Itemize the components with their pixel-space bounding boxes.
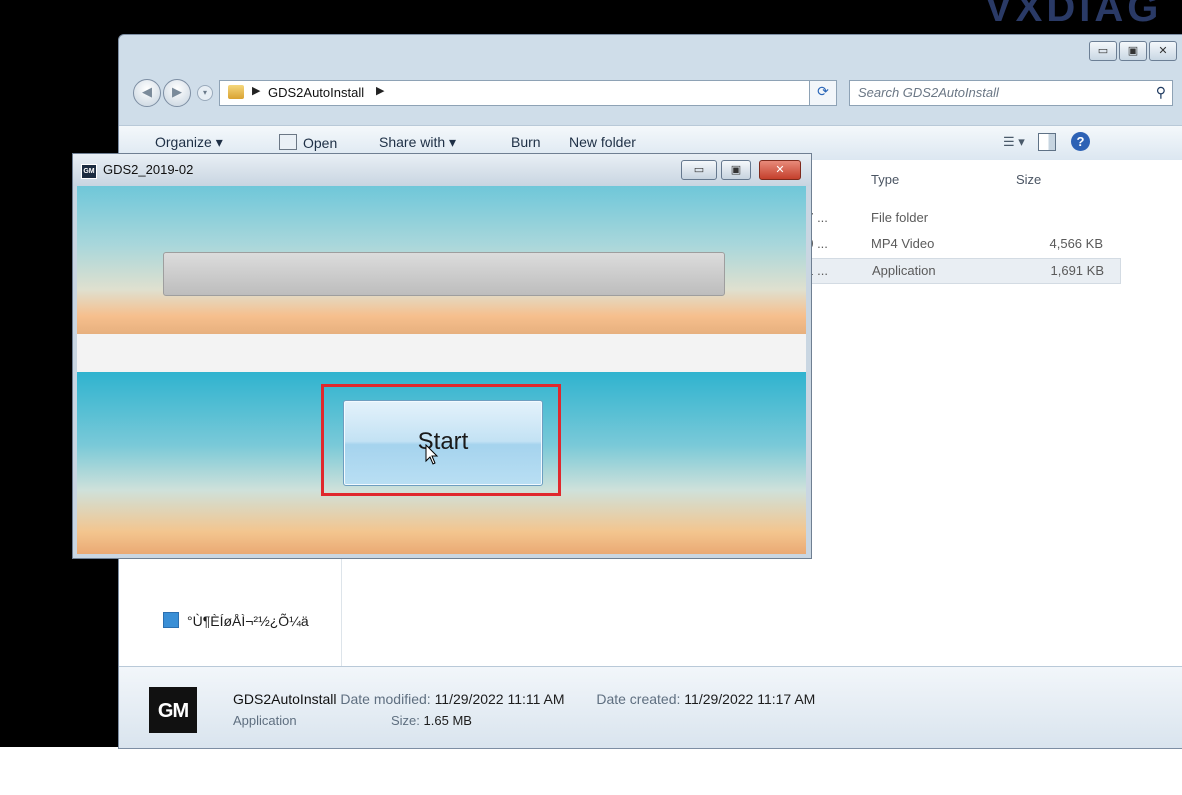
- install-progress-bar: [163, 252, 725, 296]
- gds2-installer-window: GM GDS2_2019-02 ▭ ▣ ✕ Start: [72, 153, 812, 559]
- view-options-icon[interactable]: ☰ ▾: [1003, 134, 1025, 150]
- date-created-label: Date created:: [596, 691, 681, 707]
- file-type: File folder: [871, 210, 929, 225]
- dialog-body: Start: [77, 186, 806, 554]
- file-row[interactable]: 17 ... File folder: [799, 206, 1119, 230]
- brand-watermark: VXDIAG: [985, 0, 1163, 30]
- search-input[interactable]: Search GDS2AutoInstall ⚲: [849, 80, 1173, 106]
- details-size: Size: 1.65 MB: [391, 713, 472, 728]
- help-icon[interactable]: ?: [1071, 132, 1090, 151]
- recent-pages-icon[interactable]: ▾: [197, 85, 213, 101]
- file-row-selected[interactable]: 11 ... Application 1,691 KB: [799, 258, 1121, 284]
- date-created-value: 11/29/2022 11:17 AM: [684, 691, 816, 707]
- file-size: 1,691 KB: [1050, 263, 1105, 278]
- open-icon: [279, 134, 297, 150]
- dialog-maximize-button[interactable]: ▣: [721, 160, 751, 180]
- details-file-kind: Application: [233, 713, 297, 728]
- breadcrumb-arrow-icon[interactable]: ▶: [376, 84, 384, 97]
- open-button[interactable]: Open: [279, 134, 337, 151]
- navigation-bar: ◀ ▶ ▾ ▶ GDS2AutoInstall ▶ ▾ ⟳ Search GDS…: [119, 73, 1182, 109]
- app-icon: GM: [81, 164, 97, 179]
- preview-pane-icon[interactable]: [1038, 133, 1056, 151]
- dialog-minimize-button[interactable]: ▭: [681, 160, 717, 180]
- dialog-title-bar[interactable]: GM GDS2_2019-02 ▭ ▣ ✕: [73, 154, 811, 186]
- dialog-title: GDS2_2019-02: [103, 162, 194, 177]
- gm-logo: GM: [149, 687, 197, 733]
- file-row[interactable]: 10 ... MP4 Video 4,566 KB: [799, 232, 1119, 256]
- size-value: 1.65 MB: [423, 713, 472, 728]
- details-file-name: GDS2AutoInstall: [233, 691, 337, 707]
- nav-item-label: °Ù¶ÈÍøÅÌ¬²½¿Õ¼ä: [187, 613, 309, 629]
- breadcrumb-arrow-icon[interactable]: ▶: [252, 84, 260, 97]
- dialog-close-button[interactable]: ✕: [759, 160, 801, 180]
- size-label: Size:: [391, 713, 420, 728]
- file-type: MP4 Video: [871, 236, 935, 251]
- cloud-drive-icon: [163, 612, 179, 628]
- folder-icon: [228, 85, 244, 99]
- refresh-icon[interactable]: ⟳: [809, 80, 837, 106]
- file-size: 4,566 KB: [1049, 236, 1104, 251]
- start-button[interactable]: Start: [343, 400, 543, 486]
- burn-button[interactable]: Burn: [511, 134, 541, 150]
- column-header-type[interactable]: Type: [871, 172, 899, 187]
- date-modified-value: 11/29/2022 11:11 AM: [434, 691, 565, 707]
- new-folder-button[interactable]: New folder: [569, 134, 636, 150]
- maximize-button[interactable]: ▣: [1119, 41, 1147, 61]
- details-pane: GM GDS2AutoInstall Date modified: 11/29/…: [119, 666, 1182, 748]
- open-label: Open: [303, 135, 338, 151]
- search-placeholder: Search GDS2AutoInstall: [858, 85, 999, 100]
- status-band: [77, 334, 806, 372]
- mouse-cursor-icon: [425, 444, 439, 465]
- back-button[interactable]: ◀: [133, 79, 161, 107]
- details-line: GDS2AutoInstall Date modified: 11/29/202…: [233, 691, 815, 707]
- organize-menu[interactable]: Organize ▾: [155, 134, 223, 151]
- close-button[interactable]: ✕: [1149, 41, 1177, 61]
- nav-item-cloud-drive[interactable]: °Ù¶ÈÍøÅÌ¬²½¿Õ¼ä: [163, 612, 309, 629]
- breadcrumb-path[interactable]: GDS2AutoInstall: [268, 85, 364, 100]
- column-header-size[interactable]: Size: [1016, 172, 1041, 187]
- explorer-window-controls: ▭ ▣ ✕: [1089, 41, 1177, 61]
- forward-button[interactable]: ▶: [163, 79, 191, 107]
- date-modified-label: Date modified:: [340, 691, 431, 707]
- address-bar[interactable]: ▶ GDS2AutoInstall ▶ ▾: [219, 80, 898, 106]
- search-icon[interactable]: ⚲: [1156, 84, 1166, 101]
- minimize-button[interactable]: ▭: [1089, 41, 1117, 61]
- share-with-menu[interactable]: Share with ▾: [379, 134, 456, 151]
- file-type: Application: [872, 263, 936, 278]
